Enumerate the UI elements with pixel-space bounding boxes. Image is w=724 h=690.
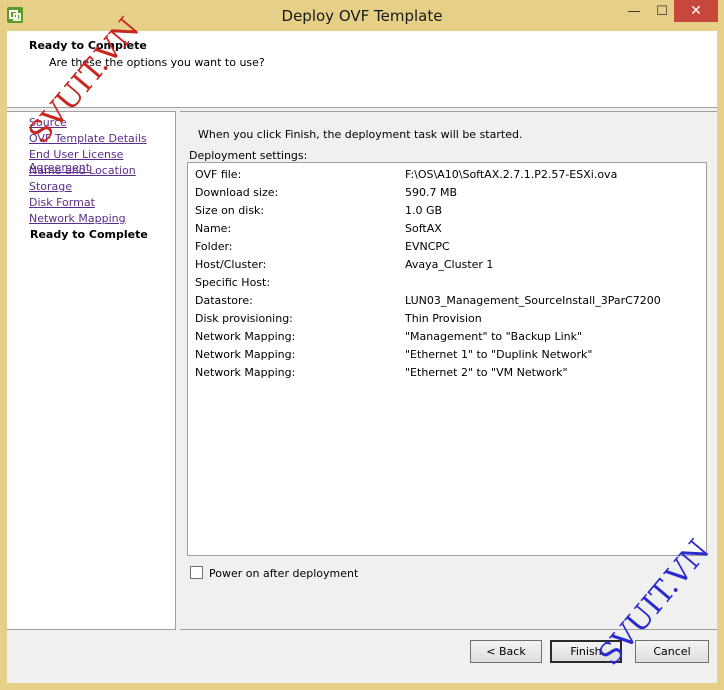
settings-value: 1.0 GB [405,204,443,217]
settings-value: 590.7 MB [405,186,458,199]
settings-row: Specific Host: [195,276,705,294]
settings-key: Size on disk: [195,204,265,217]
settings-value: "Management" to "Backup Link" [405,330,583,343]
settings-label: Deployment settings: [189,149,308,162]
settings-key: Name: [195,222,232,235]
settings-key: Download size: [195,186,279,199]
settings-row: Folder: EVNCPC [195,240,705,258]
page-title: Ready to Complete [29,39,147,52]
finish-button[interactable]: Finish [550,640,622,663]
cancel-button[interactable]: Cancel [635,640,709,663]
step-name-and-location[interactable]: Name and Location [29,164,136,177]
settings-row: Size on disk: 1.0 GB [195,204,705,222]
settings-row: Name: SoftAX [195,222,705,240]
settings-list: OVF file: F:\OS\A10\SoftAX.2.7.1.P2.57-ES… [187,162,707,556]
wizard-header: Ready to Complete Are these the options … [7,31,717,108]
settings-key: OVF file: [195,168,242,181]
settings-value: Thin Provision [405,312,482,325]
steps-panel: Source OVF Template Details End User Lic… [7,111,176,630]
step-ready-to-complete: Ready to Complete [30,228,148,241]
settings-value: LUN03_Management_SourceInstall_3ParC7200 [405,294,661,307]
settings-value: EVNCPC [405,240,450,253]
step-disk-format[interactable]: Disk Format [29,196,95,209]
minimize-button[interactable]: — [620,0,648,22]
settings-key: Datastore: [195,294,253,307]
content-panel: When you click Finish, the deployment ta… [180,111,717,630]
window-title: Deploy OVF Template [281,7,443,25]
settings-row: Network Mapping: "Ethernet 1" to "Duplink… [195,348,705,366]
step-network-mapping[interactable]: Network Mapping [29,212,126,225]
settings-key: Host/Cluster: [195,258,267,271]
settings-key: Network Mapping: [195,366,296,379]
settings-value: "Ethernet 1" to "Duplink Network" [405,348,593,361]
step-ovf-template-details[interactable]: OVF Template Details [29,132,147,145]
page-subtitle: Are these the options you want to use? [49,56,265,69]
settings-row: Disk provisioning: Thin Provision [195,312,705,330]
close-button[interactable]: ✕ [674,0,718,22]
settings-row: OVF file: F:\OS\A10\SoftAX.2.7.1.P2.57-ES… [195,168,705,186]
power-on-label[interactable]: Power on after deployment [209,567,358,580]
settings-value: "Ethernet 2" to "VM Network" [405,366,568,379]
settings-key: Network Mapping: [195,330,296,343]
intro-text: When you click Finish, the deployment ta… [198,128,523,141]
maximize-button[interactable]: ☐ [648,0,676,22]
step-source[interactable]: Source [29,116,67,129]
settings-row: Host/Cluster: Avaya_Cluster 1 [195,258,705,276]
wizard-body: Ready to Complete Are these the options … [7,31,717,683]
settings-key: Folder: [195,240,233,253]
settings-row: Download size: 590.7 MB [195,186,705,204]
settings-row: Network Mapping: "Management" to "Backup … [195,330,705,348]
title-bar: Deploy OVF Template — ☐ ✕ [0,0,724,31]
power-on-checkbox[interactable] [190,566,203,579]
settings-key: Specific Host: [195,276,271,289]
settings-key: Disk provisioning: [195,312,293,325]
settings-value: F:\OS\A10\SoftAX.2.7.1.P2.57-ESXi.ova [405,168,618,181]
settings-row: Datastore: LUN03_Management_SourceInstall… [195,294,705,312]
settings-value: SoftAX [405,222,442,235]
settings-key: Network Mapping: [195,348,296,361]
settings-value: Avaya_Cluster 1 [405,258,494,271]
back-button[interactable]: < Back [470,640,542,663]
step-storage[interactable]: Storage [29,180,72,193]
settings-row: Network Mapping: "Ethernet 2" to "VM Netw… [195,366,705,384]
